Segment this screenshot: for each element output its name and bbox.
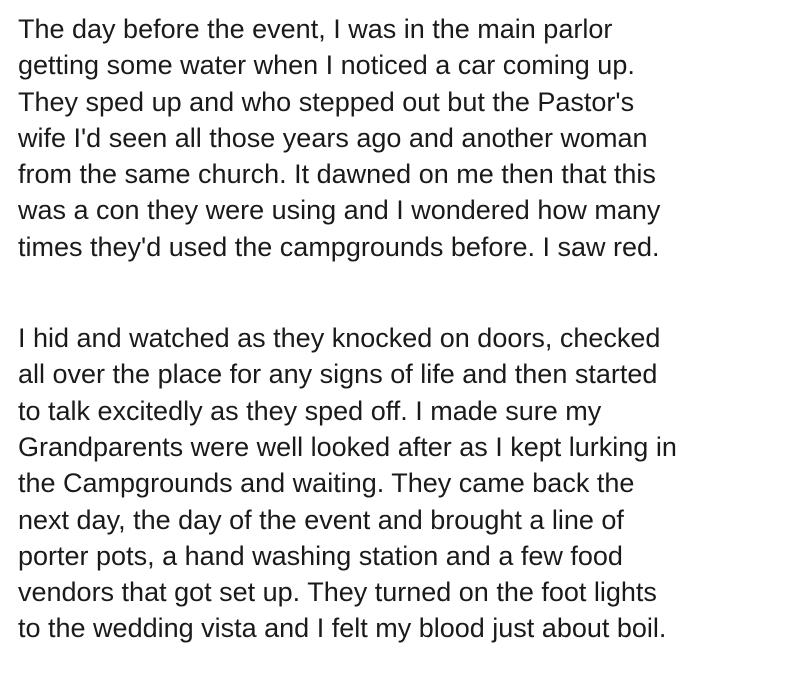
text-line: The day before the event, I was in the m… xyxy=(18,14,613,44)
text-line: porter pots, a hand washing station and … xyxy=(18,540,623,571)
text-line: wife I'd seen all those years ago and an… xyxy=(18,122,648,153)
text-line: the Campgrounds and waiting. They came b… xyxy=(18,468,635,499)
text-line: Grandparents were well looked after as I… xyxy=(18,431,677,462)
text-line: times they'd used the campgrounds before… xyxy=(18,231,660,262)
text-line: from the same church. It dawned on me th… xyxy=(18,159,656,190)
text-line: vendors that got set up. They turned on … xyxy=(18,577,657,608)
text-line: I hid and watched as they knocked on doo… xyxy=(18,323,661,354)
text-line: getting some water when I noticed a car … xyxy=(18,50,635,81)
text-line: was a con they were using and I wondered… xyxy=(18,195,661,226)
text-line: next day, the day of the event and broug… xyxy=(18,504,624,535)
text-line: to the wedding vista and I felt my blood… xyxy=(18,613,667,644)
text-line: They sped up and who stepped out but the… xyxy=(18,86,635,117)
text-line: to talk excitedly as they sped off. I ma… xyxy=(18,395,602,426)
text-line: all over the place for any signs of life… xyxy=(18,359,658,390)
document-body: The day before the event, I was in the m… xyxy=(0,0,800,647)
paragraph-2: I hid and watched as they knocked on doo… xyxy=(18,320,800,647)
paragraph-1: The day before the event, I was in the m… xyxy=(18,11,800,265)
